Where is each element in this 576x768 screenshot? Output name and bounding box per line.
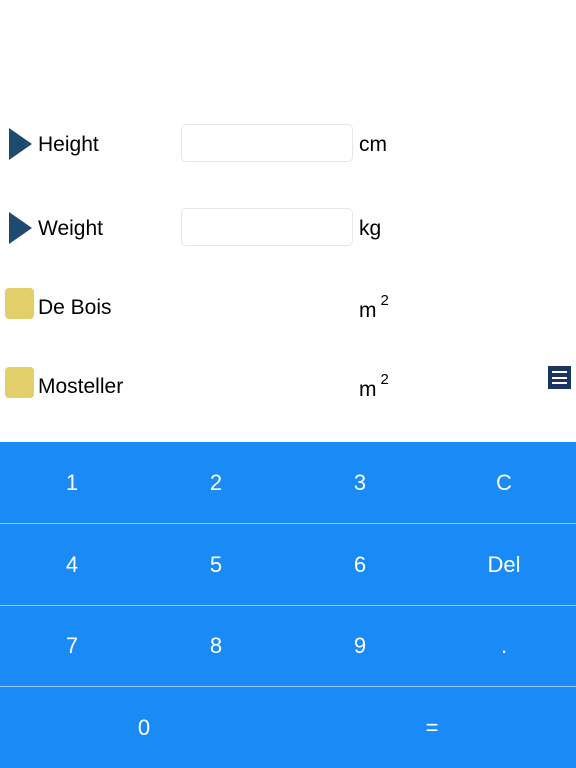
key-9-button[interactable]: 9 bbox=[288, 606, 432, 686]
key-1-button[interactable]: 1 bbox=[0, 442, 144, 523]
weight-input[interactable] bbox=[181, 208, 353, 246]
weight-row: Weight kg bbox=[0, 206, 576, 250]
bsa-calculator-screen: Height cm Weight kg De Bois m2 Mosteller… bbox=[0, 0, 576, 768]
debois-label: De Bois bbox=[38, 296, 112, 319]
decimal-point-button[interactable]: . bbox=[432, 606, 576, 686]
height-label: Height bbox=[38, 133, 99, 156]
height-play-triangle-icon bbox=[9, 128, 32, 160]
key-5-button[interactable]: 5 bbox=[144, 524, 288, 605]
key-3-button[interactable]: 3 bbox=[288, 442, 432, 523]
mosteller-label: Mosteller bbox=[38, 375, 124, 398]
key-6-button[interactable]: 6 bbox=[288, 524, 432, 605]
mosteller-unit-exponent: 2 bbox=[380, 371, 389, 388]
mosteller-square-icon bbox=[5, 367, 34, 398]
menu-line bbox=[552, 376, 567, 379]
weight-label: Weight bbox=[38, 217, 103, 240]
key-8-button[interactable]: 8 bbox=[144, 606, 288, 686]
key-7-button[interactable]: 7 bbox=[0, 606, 144, 686]
debois-unit-base: m bbox=[359, 299, 377, 322]
height-unit: cm bbox=[359, 133, 387, 156]
weight-unit: kg bbox=[359, 217, 382, 240]
menu-line bbox=[552, 382, 567, 384]
weight-play-triangle-icon bbox=[9, 212, 32, 244]
debois-unit-exponent: 2 bbox=[380, 292, 389, 309]
menu-line bbox=[552, 371, 567, 373]
clear-button[interactable]: C bbox=[432, 442, 576, 523]
hamburger-menu-icon[interactable] bbox=[548, 366, 571, 389]
keypad: 1 2 3 C 4 5 6 Del 7 8 9 . 0 = bbox=[0, 442, 576, 768]
debois-row: De Bois m2 bbox=[0, 286, 576, 330]
equals-button[interactable]: = bbox=[288, 687, 576, 768]
height-row: Height cm bbox=[0, 122, 576, 166]
key-4-button[interactable]: 4 bbox=[0, 524, 144, 605]
delete-button[interactable]: Del bbox=[432, 524, 576, 605]
mosteller-unit: m2 bbox=[359, 371, 389, 402]
mosteller-row: Mosteller m2 bbox=[0, 365, 576, 409]
debois-unit: m2 bbox=[359, 292, 389, 323]
key-0-button[interactable]: 0 bbox=[0, 687, 288, 768]
height-input[interactable] bbox=[181, 124, 353, 162]
key-2-button[interactable]: 2 bbox=[144, 442, 288, 523]
mosteller-unit-base: m bbox=[359, 378, 377, 401]
debois-square-icon bbox=[5, 288, 34, 319]
